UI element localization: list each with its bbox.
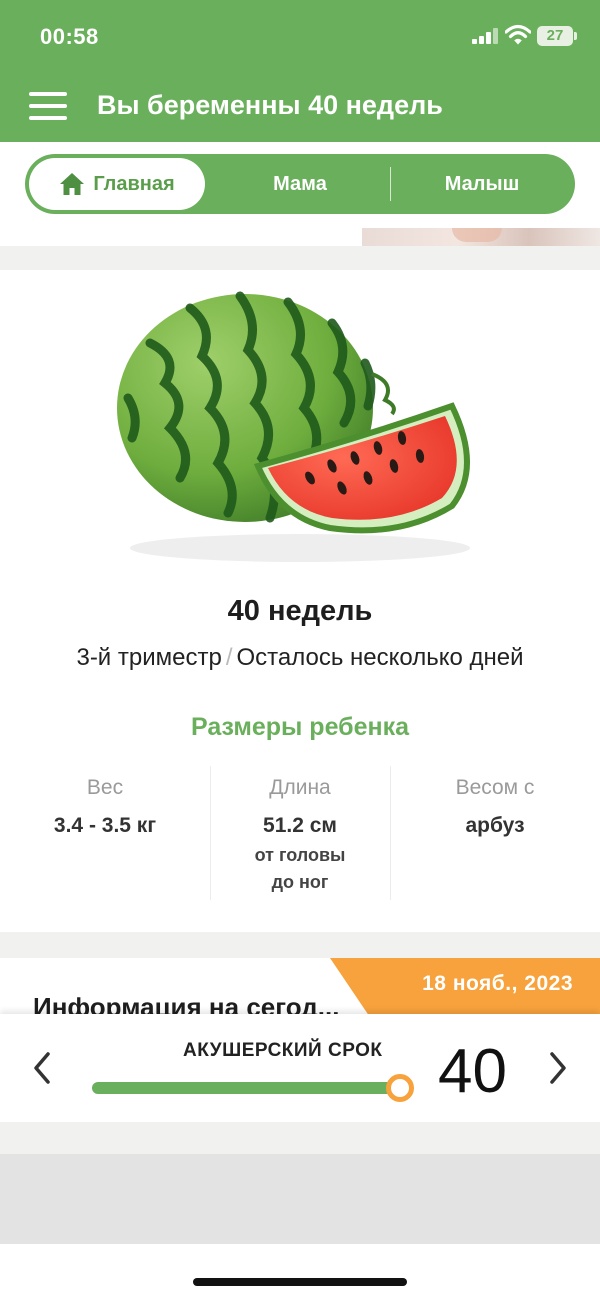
baby-sizes-title: Размеры ребенка (190, 713, 410, 741)
home-icon (60, 173, 85, 195)
size-column-length: Длина 51.2 см от головы до ног (215, 776, 385, 896)
page-title: Вы беременны 40 недель (97, 90, 443, 120)
week-progress-track[interactable] (92, 1082, 404, 1094)
weight-header: Вес (86, 776, 124, 799)
home-indicator[interactable] (193, 1278, 407, 1286)
tab-baby[interactable]: Малыш (417, 154, 547, 214)
previous-content-strip (0, 228, 600, 246)
app-bar: Вы беременны 40 недель (0, 70, 600, 142)
tab-main[interactable]: Главная (29, 158, 205, 210)
chevron-left-icon[interactable] (30, 1050, 54, 1086)
trimester-label: 3-й триместр (76, 644, 222, 671)
comparison-value: арбуз (465, 814, 525, 837)
tab-main-label: Главная (93, 172, 175, 195)
length-value: 51.2 см (263, 814, 337, 837)
column-divider (390, 766, 391, 900)
week-selector: АКУШЕРСКИЙ СРОК 40 (0, 1014, 600, 1122)
size-column-weight: Вес 3.4 - 3.5 кг (20, 776, 190, 838)
spacer (0, 1122, 600, 1154)
tab-divider (390, 167, 391, 201)
week-slider-handle[interactable] (386, 1074, 414, 1102)
length-sub-2: до ног (271, 872, 329, 892)
home-indicator-area (0, 1244, 600, 1298)
tab-mom[interactable]: Мама (235, 154, 365, 214)
date-badge: 18 нояб., 2023 (330, 958, 600, 1014)
battery-icon: 27 (537, 26, 577, 46)
days-remaining-label: Осталось несколько дней (236, 644, 524, 671)
chevron-right-icon[interactable] (546, 1050, 570, 1086)
week-title: 40 недель (227, 595, 373, 627)
trimester-line: 3-й триместр / Осталось несколько дней (0, 644, 600, 672)
hamburger-menu-icon[interactable] (29, 92, 67, 120)
daily-info-card[interactable]: 18 нояб., 2023 Информация на сегод... (0, 958, 600, 1018)
cellular-signal-icon (472, 28, 500, 44)
trimester-separator: / (225, 644, 233, 671)
weight-value: 3.4 - 3.5 кг (53, 814, 157, 837)
week-card: 40 недель 3-й триместр / Осталось нескольк… (0, 270, 600, 932)
ad-placeholder (0, 1154, 600, 1244)
column-divider (210, 766, 211, 900)
obstetric-term-label: АКУШЕРСКИЙ СРОК (183, 1040, 383, 1061)
current-week-number: 40 (438, 1037, 507, 1106)
status-time: 00:58 (40, 24, 99, 49)
size-column-comparison: Весом с арбуз (410, 776, 580, 838)
status-bar: 00:58 27 (0, 0, 600, 70)
length-header: Длина (269, 776, 331, 799)
wifi-icon (505, 24, 531, 45)
cropped-photo (362, 228, 600, 246)
date-badge-text: 18 нояб., 2023 (422, 972, 573, 995)
tab-bar: Главная Мама Малыш (25, 154, 575, 214)
length-sub-1: от головы (254, 845, 346, 865)
watermelon-illustration (117, 291, 470, 562)
comparison-header: Весом с (455, 776, 535, 799)
